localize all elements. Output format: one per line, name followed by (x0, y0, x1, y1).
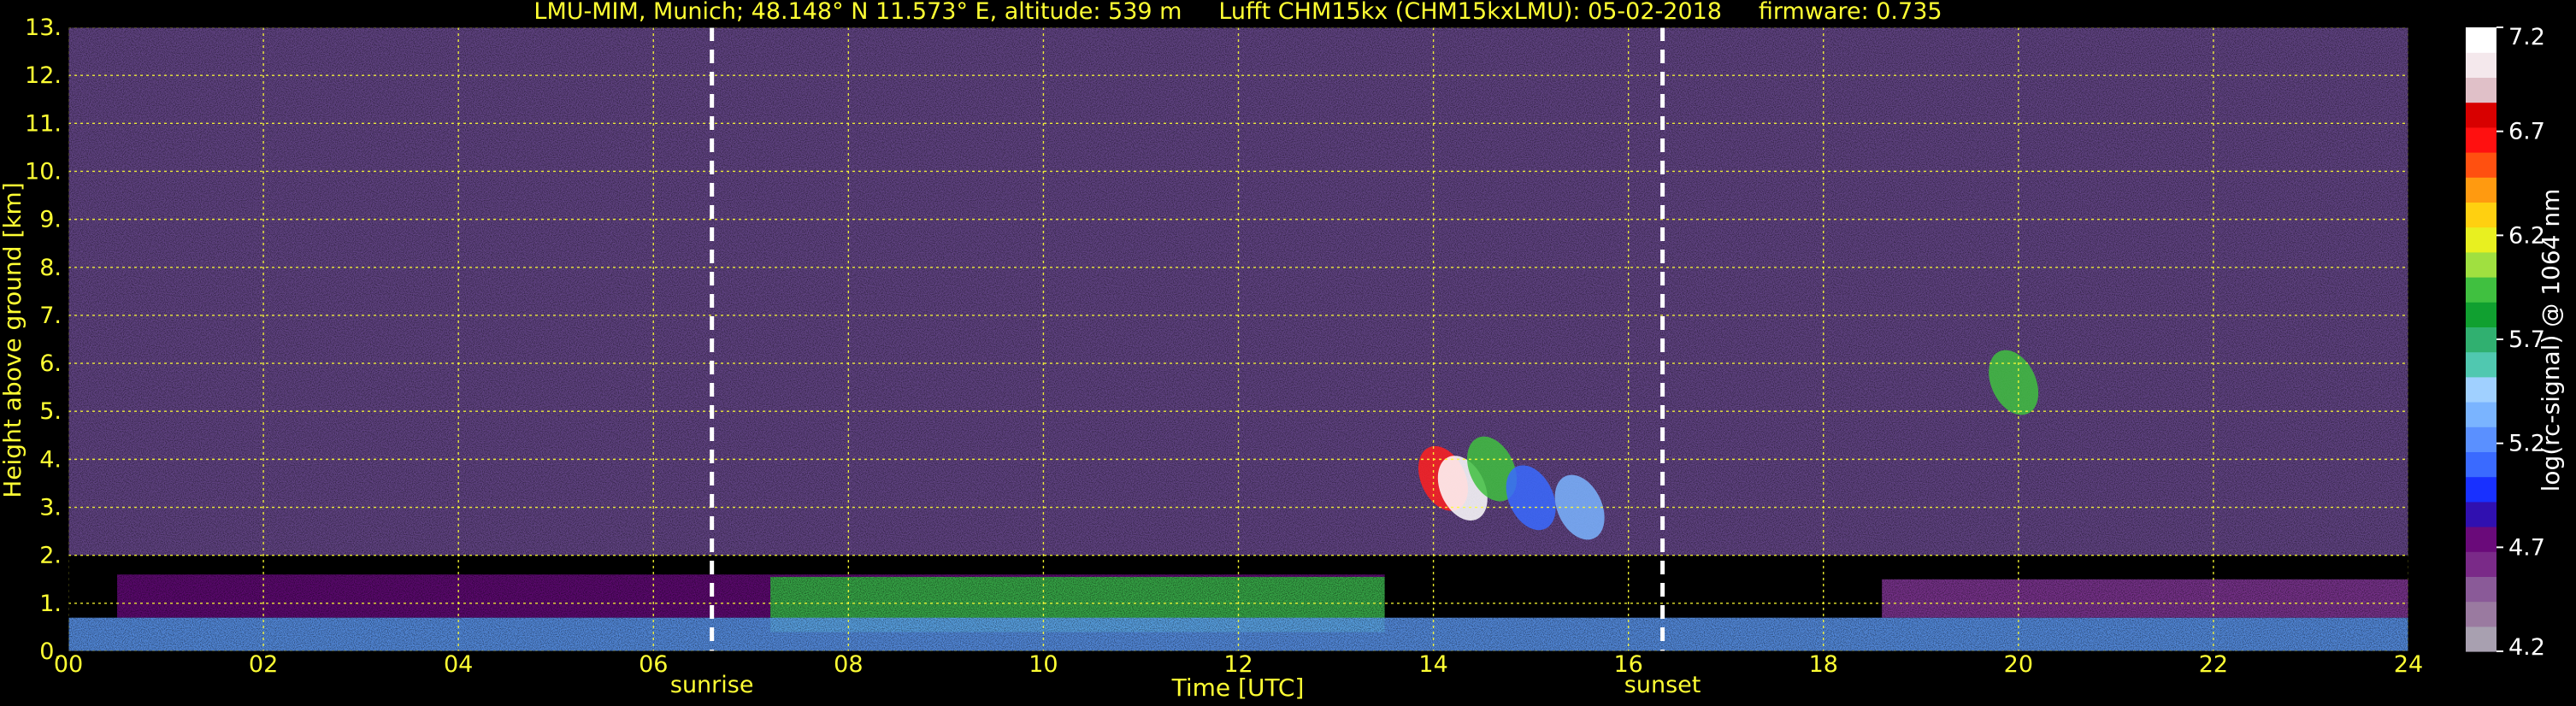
x-tick-label: 14 (1418, 651, 1447, 678)
colorbar-segment (2466, 402, 2496, 427)
x-tick-label: 06 (639, 651, 668, 678)
colorbar-segment (2466, 527, 2496, 552)
colorbar-label: log(rc-signal) @ 1064 nm (2537, 189, 2565, 492)
colorbar-segment (2466, 427, 2496, 452)
x-tick-label: 20 (2004, 651, 2033, 678)
colorbar-tick-label: 7.2 (2508, 24, 2545, 50)
colorbar-segment (2466, 52, 2496, 78)
colorbar-segment (2466, 277, 2496, 303)
x-axis-label: Time [UTC] (1171, 674, 1305, 702)
colorbar-tick-label: 4.2 (2508, 634, 2545, 661)
plot-area (68, 27, 2408, 651)
colorbar-segment (2466, 476, 2496, 503)
y-tick-label: 6. (39, 350, 62, 377)
x-tick-label: 08 (834, 651, 863, 678)
colorbar-tick-label: 6.7 (2508, 119, 2545, 145)
colorbar-segment (2466, 152, 2496, 178)
x-tick-label: 04 (444, 651, 473, 678)
y-tick-label: 3. (39, 495, 62, 521)
colorbar-segment (2466, 27, 2496, 53)
y-tick-label: 12. (25, 62, 62, 89)
colorbar-segment (2466, 576, 2496, 603)
y-tick-label: 7. (39, 303, 62, 329)
y-axis-label: Height above ground [km] (0, 182, 27, 498)
y-tick-label: 4. (39, 446, 62, 473)
colorbar-segment (2466, 351, 2496, 378)
y-tick-label: 11. (25, 110, 62, 137)
x-tick-label: 22 (2199, 651, 2228, 678)
y-tick-label: 9. (39, 207, 62, 233)
y-tick-label: 0. (39, 638, 62, 665)
y-tick-label: 10. (25, 158, 62, 185)
colorbar-segment (2466, 102, 2496, 128)
sunset-label: sunset (1624, 672, 1701, 698)
colorbar-segment (2466, 451, 2496, 478)
chart-title: LMU-MIM, Munich; 48.148° N 11.573° E, al… (533, 0, 1942, 25)
colorbar (2466, 27, 2496, 652)
colorbar-segment (2466, 601, 2496, 627)
colorbar-segment (2466, 376, 2496, 403)
colorbar-segment (2466, 251, 2496, 278)
colorbar-segment (2466, 302, 2496, 327)
x-tick-label: 10 (1029, 651, 1058, 678)
y-tick-label: 1. (39, 591, 62, 617)
colorbar-segment (2466, 327, 2496, 353)
ceilometer-figure: LMU-MIM, Munich; 48.148° N 11.573° E, al… (0, 0, 2565, 702)
colorbar-segment (2466, 202, 2496, 228)
y-tick-label: 13. (25, 15, 62, 41)
colorbar-segment (2466, 227, 2496, 253)
colorbar-segment (2466, 77, 2496, 103)
colorbar-segment (2466, 177, 2496, 203)
colorbar-tick-label: 4.7 (2508, 534, 2545, 561)
x-tick-label: 24 (2394, 651, 2423, 678)
x-tick-label: 02 (249, 651, 278, 678)
y-tick-label: 5. (39, 398, 62, 425)
colorbar-segment (2466, 126, 2496, 153)
x-tick-label: 18 (1809, 651, 1838, 678)
colorbar-segment (2466, 551, 2496, 577)
sunrise-label: sunrise (670, 672, 754, 698)
y-tick-label: 2. (39, 543, 62, 569)
y-tick-label: 8. (39, 255, 62, 281)
colorbar-segment (2466, 626, 2496, 652)
colorbar-segment (2466, 501, 2496, 527)
